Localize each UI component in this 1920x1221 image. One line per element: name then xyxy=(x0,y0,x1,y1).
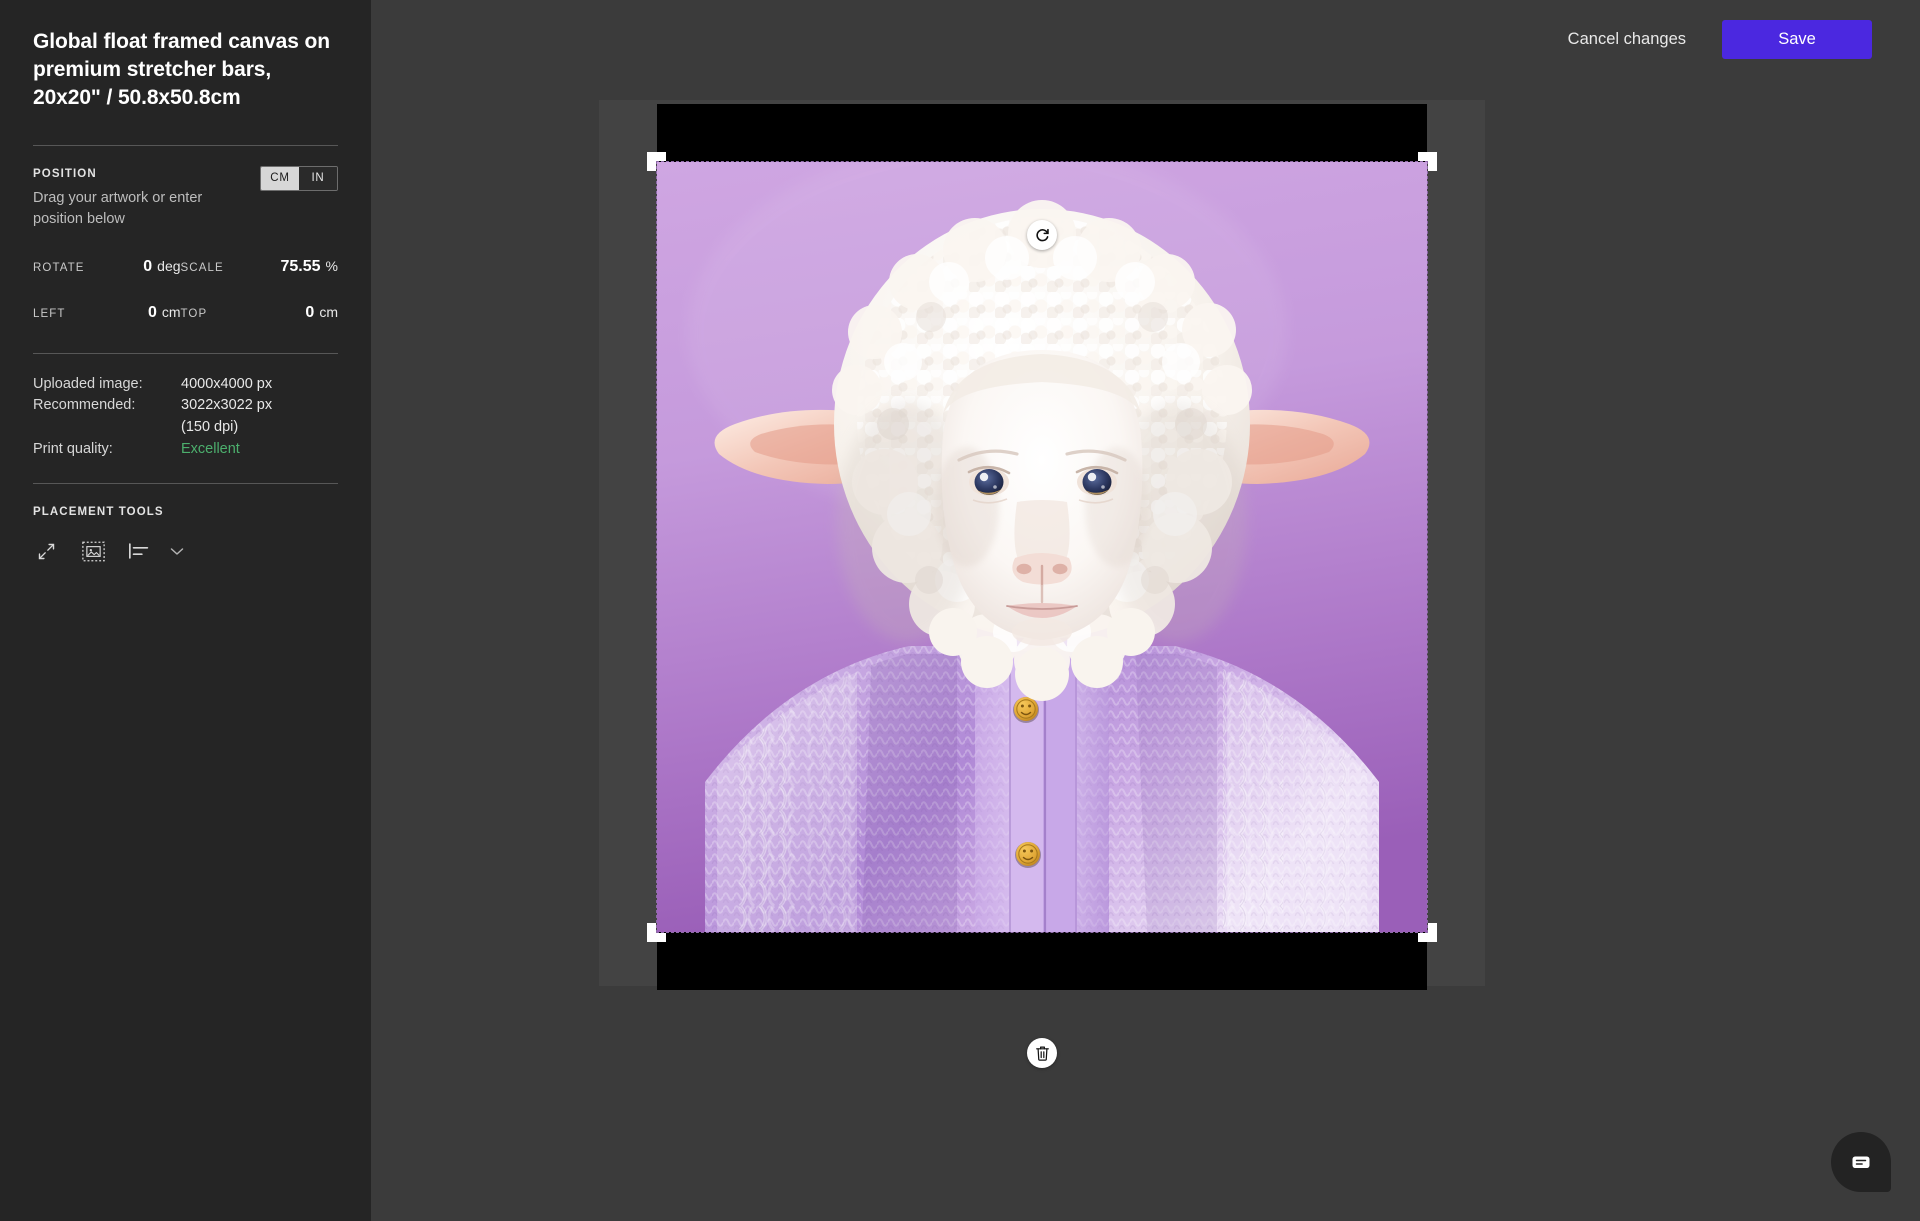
rotate-label: ROTATE xyxy=(33,261,85,274)
left-top-row: LEFT 0 cm TOP 0 cm xyxy=(33,304,338,322)
chat-bubble-icon xyxy=(1852,1156,1870,1168)
top-toolbar: Cancel changes Save xyxy=(371,0,1920,78)
scale-label: SCALE xyxy=(180,261,224,274)
top-field[interactable]: TOP 0 cm xyxy=(181,304,338,322)
print-quality-row: Print quality: Excellent xyxy=(33,439,338,460)
rotate-icon[interactable] xyxy=(1027,220,1057,250)
crop-handle-top-left[interactable] xyxy=(647,152,666,171)
editor-main-area: Cancel changes Save xyxy=(371,0,1920,1221)
crop-handle-bottom-left[interactable] xyxy=(647,923,666,942)
uploaded-image-label: Uploaded image: xyxy=(33,375,143,392)
cancel-changes-button[interactable]: Cancel changes xyxy=(1568,30,1686,49)
unit-option-in[interactable]: IN xyxy=(299,166,337,190)
placement-tools-section: PLACEMENT TOOLS xyxy=(33,506,338,564)
top-unit: cm xyxy=(319,303,338,320)
position-hint: Drag your artwork or enter position belo… xyxy=(33,189,203,227)
image-info-block: Uploaded image: 4000x4000 px Recommended… xyxy=(33,374,338,459)
artwork-image xyxy=(657,162,1427,932)
rotate-unit: deg xyxy=(157,257,181,274)
cardigan-button-top xyxy=(1013,697,1039,723)
unit-option-cm[interactable]: CM xyxy=(261,166,299,190)
left-field[interactable]: LEFT 0 cm xyxy=(33,304,181,322)
recommended-label: Recommended: xyxy=(33,397,136,414)
unit-toggle[interactable]: CM IN xyxy=(260,165,338,191)
recommended-dpi-spacer xyxy=(33,417,181,438)
scale-to-fit-icon[interactable] xyxy=(33,538,59,564)
placement-tools-row xyxy=(33,538,338,564)
divider-bottom xyxy=(33,483,338,485)
recommended-row: Recommended: 3022x3022 px xyxy=(33,395,338,416)
cardigan-button-bottom xyxy=(1015,842,1041,868)
chat-widget-button[interactable] xyxy=(1831,1132,1891,1192)
placement-tools-label: PLACEMENT TOOLS xyxy=(33,506,164,519)
rotate-field[interactable]: ROTATE 0 deg xyxy=(33,258,181,276)
top-value[interactable]: 0 xyxy=(305,304,314,322)
position-label: POSITION xyxy=(33,167,97,180)
recommended-dpi-row: (150 dpi) xyxy=(33,417,338,438)
scale-unit: % xyxy=(325,257,338,274)
divider-middle xyxy=(33,352,338,354)
scale-field[interactable]: SCALE 75.55 % xyxy=(181,258,338,276)
align-icon[interactable] xyxy=(127,538,153,564)
rotate-value[interactable]: 0 xyxy=(143,258,152,276)
chevron-down-icon[interactable] xyxy=(168,542,186,560)
canvas-stage[interactable] xyxy=(599,100,1485,1068)
position-section-header: POSITION Drag your artwork or enter posi… xyxy=(33,165,338,230)
left-value[interactable]: 0 xyxy=(148,304,157,322)
left-unit: cm xyxy=(161,303,181,320)
uploaded-image-row: Uploaded image: 4000x4000 px xyxy=(33,374,338,395)
print-quality-label: Print quality: xyxy=(33,440,113,457)
divider-top xyxy=(33,144,338,146)
fit-image-icon[interactable] xyxy=(80,538,106,564)
left-label: LEFT xyxy=(33,307,66,320)
page-title: Global float framed canvas on premium st… xyxy=(33,30,331,109)
sidebar-panel: Global float framed canvas on premium st… xyxy=(0,0,371,1221)
recommended-dpi-value: (150 dpi) xyxy=(181,418,239,435)
crop-handle-bottom-right[interactable] xyxy=(1418,923,1437,942)
uploaded-image-value: 4000x4000 px xyxy=(181,375,273,392)
print-quality-value: Excellent xyxy=(181,440,240,457)
crop-handle-top-right[interactable] xyxy=(1418,152,1437,171)
artwork-layer[interactable] xyxy=(656,161,1428,933)
save-button[interactable]: Save xyxy=(1722,19,1872,59)
nose xyxy=(1012,553,1072,588)
scale-value[interactable]: 75.55 xyxy=(281,258,321,276)
top-label: TOP xyxy=(180,307,208,320)
trash-icon[interactable] xyxy=(1027,1038,1057,1068)
rotate-scale-row: ROTATE 0 deg SCALE 75.55 % xyxy=(33,258,338,276)
recommended-value: 3022x3022 px xyxy=(181,397,273,414)
